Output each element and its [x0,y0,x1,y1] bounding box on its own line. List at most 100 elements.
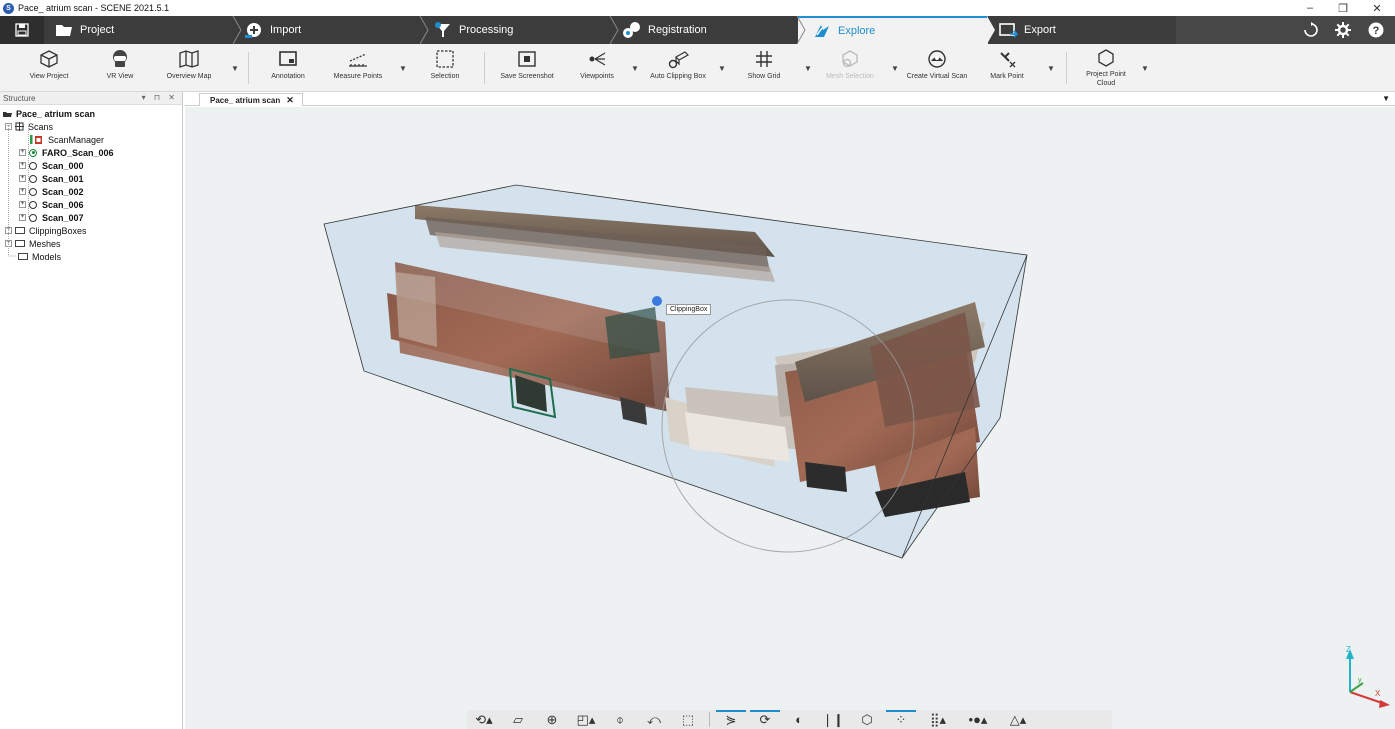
selection-icon [436,50,454,68]
overview-map-button[interactable]: Overview Map [162,48,216,88]
toolbar-label: Viewpoints [580,73,614,80]
create-virtual-scan-button[interactable]: Create Virtual Scan [904,48,970,88]
show-grid-button[interactable]: Show Grid [744,48,784,88]
chevron-separator [232,16,242,44]
save-project-button[interactable] [0,16,44,44]
fit-view-button[interactable]: ⬚ [671,710,705,729]
clip-box-icon: ⟳ [759,711,771,727]
toolbar-label: Mark Point [990,73,1024,80]
auto-clipping-box-button[interactable]: Auto Clipping Box [646,48,710,88]
show-grid-dropdown[interactable]: ▼ [803,64,813,74]
tab-pace-atrium-scan[interactable]: Pace_ atrium scan ✕ [199,93,303,106]
overview-map-dropdown[interactable]: ▼ [230,64,240,74]
maximize-button[interactable]: ❐ [1328,0,1358,16]
explore-icon [815,25,829,37]
measure-points-dropdown[interactable]: ▼ [398,64,408,74]
toolbar-label: VR View [106,73,134,80]
toolbar-label: Create Virtual Scan [906,73,968,80]
structure-panel: Structure ▾ ⊓ ✕ Pace_ atrium scan – Scan… [0,92,183,729]
workflow-step-explore[interactable]: Explore [798,16,988,44]
grid-icon [756,51,772,67]
minimize-button[interactable]: – [1295,0,1325,16]
point-size-button[interactable]: •●▴ [958,710,998,729]
viewpoints-button[interactable]: Viewpoints [576,48,618,88]
clip-plane-button[interactable]: ⋟ [714,710,748,729]
structure-panel-header: Structure ▾ ⊓ ✕ [0,92,182,105]
viewpoints-dropdown[interactable]: ▼ [630,64,640,74]
map-icon [179,50,199,68]
walk-button[interactable]: ⌽ [603,710,637,729]
chevron-separator [987,16,995,44]
screenshot-icon [518,51,536,67]
workflow-step-processing[interactable]: Processing [433,16,611,44]
auto-clipping-box-dropdown[interactable]: ▼ [717,64,727,74]
mesh-selection-icon [842,50,858,68]
vr-view-button[interactable]: VR View [100,48,140,88]
toolbar-label: View Project [29,73,69,80]
3d-viewport[interactable]: Z y X [185,107,1395,729]
viewpoints-icon [589,52,606,66]
sync-icon [1304,22,1318,37]
gear-icon [1335,22,1351,38]
slice-button[interactable]: ❘❙ [816,710,850,729]
view-box-button[interactable]: ▱ [501,710,535,729]
workflow-step-export[interactable]: Export [988,16,1176,44]
axis-triad: Z y X [1346,645,1390,708]
project-icon [3,112,12,117]
workflow-step-label: Processing [459,24,514,36]
mirror-button[interactable]: ◐ [782,710,816,729]
mesh-selection-dropdown[interactable]: ▼ [890,64,900,74]
toolbar-label: Selection [430,73,460,80]
mark-point-dropdown[interactable]: ▼ [1046,64,1056,74]
panel-controls[interactable]: ▾ ⊓ ✕ [142,93,178,102]
clip-box-button[interactable]: ⟳ [748,710,782,729]
mark-point-button[interactable]: Mark Point [986,48,1028,88]
tree-item-label: Pace_ atrium scan [16,108,96,119]
workflow-step-import[interactable]: Import [244,16,420,44]
selection-button[interactable]: Selection [426,48,464,88]
workflow-step-label: Registration [648,24,707,36]
orbit-button[interactable]: ⟲▴ [467,710,501,729]
project-point-cloud-dropdown[interactable]: ▼ [1140,64,1150,74]
clipping-box-tooltip: ClippingBox [666,304,712,315]
cube-icon [40,50,58,68]
reset-view-button[interactable]: ⤺ [637,710,671,729]
chevron-separator [609,16,619,44]
clip-plane-icon: ⋟ [725,711,737,727]
explore-toolbar: View Project VR View Overview Map ▼ Anno… [0,44,1395,92]
toolbar-label: Annotation [271,73,305,80]
settings-button[interactable] [1334,21,1352,39]
tree-item-project[interactable]: Pace_ atrium scan [3,107,95,120]
grid-density-button[interactable]: ⣿▴ [918,710,958,729]
project-point-cloud-button[interactable]: Project Point Cloud [1080,48,1132,88]
tab-label: Pace_ atrium scan [210,95,281,105]
close-tab-icon[interactable]: ✕ [286,95,294,106]
grid-density-icon: ⣿▴ [929,711,947,727]
perspective-button[interactable]: ◰▴ [569,710,603,729]
zoom-button[interactable]: ⊕ [535,710,569,729]
window-title: Pace_ atrium scan - SCENE 2021.5.1 [18,3,170,13]
points-button[interactable]: ⁘ [884,710,918,729]
filter-icon: △▴ [1009,711,1027,727]
cube-view-button[interactable]: ⬡ [850,710,884,729]
virtual-scan-icon [928,50,946,68]
perspective-icon: ◰▴ [576,711,596,727]
clipping-box-handle[interactable] [652,296,662,306]
annotation-button[interactable]: Annotation [266,48,310,88]
navigation-toolbar: ⟲▴ ▱ ⊕ ◰▴ ⌽ ⤺ ⬚ ⋟ ⟳ ◐ ❘❙ ⬡ ⁘ ⣿▴ •●▴ △▴ [467,710,1112,729]
save-screenshot-button[interactable]: Save Screenshot [498,48,556,88]
sync-button[interactable] [1302,21,1320,39]
tree-item-scanmanager[interactable]: ScanManager [30,133,104,146]
tab-list-dropdown[interactable]: ▼ [1382,94,1390,103]
workflow-step-project[interactable]: Project [54,16,234,44]
vr-headset-icon [113,50,127,67]
workflow-step-registration[interactable]: Registration [622,16,798,44]
help-button[interactable]: ? [1367,21,1385,39]
mesh-selection-button[interactable]: Mesh Selection [822,48,878,88]
filter-button[interactable]: △▴ [998,710,1038,729]
measure-points-button[interactable]: Measure Points [330,48,386,88]
help-icon: ? [1368,22,1384,38]
cube-view-icon: ⬡ [861,711,873,727]
view-project-button[interactable]: View Project [26,48,72,88]
close-button[interactable]: ✕ [1362,0,1392,16]
